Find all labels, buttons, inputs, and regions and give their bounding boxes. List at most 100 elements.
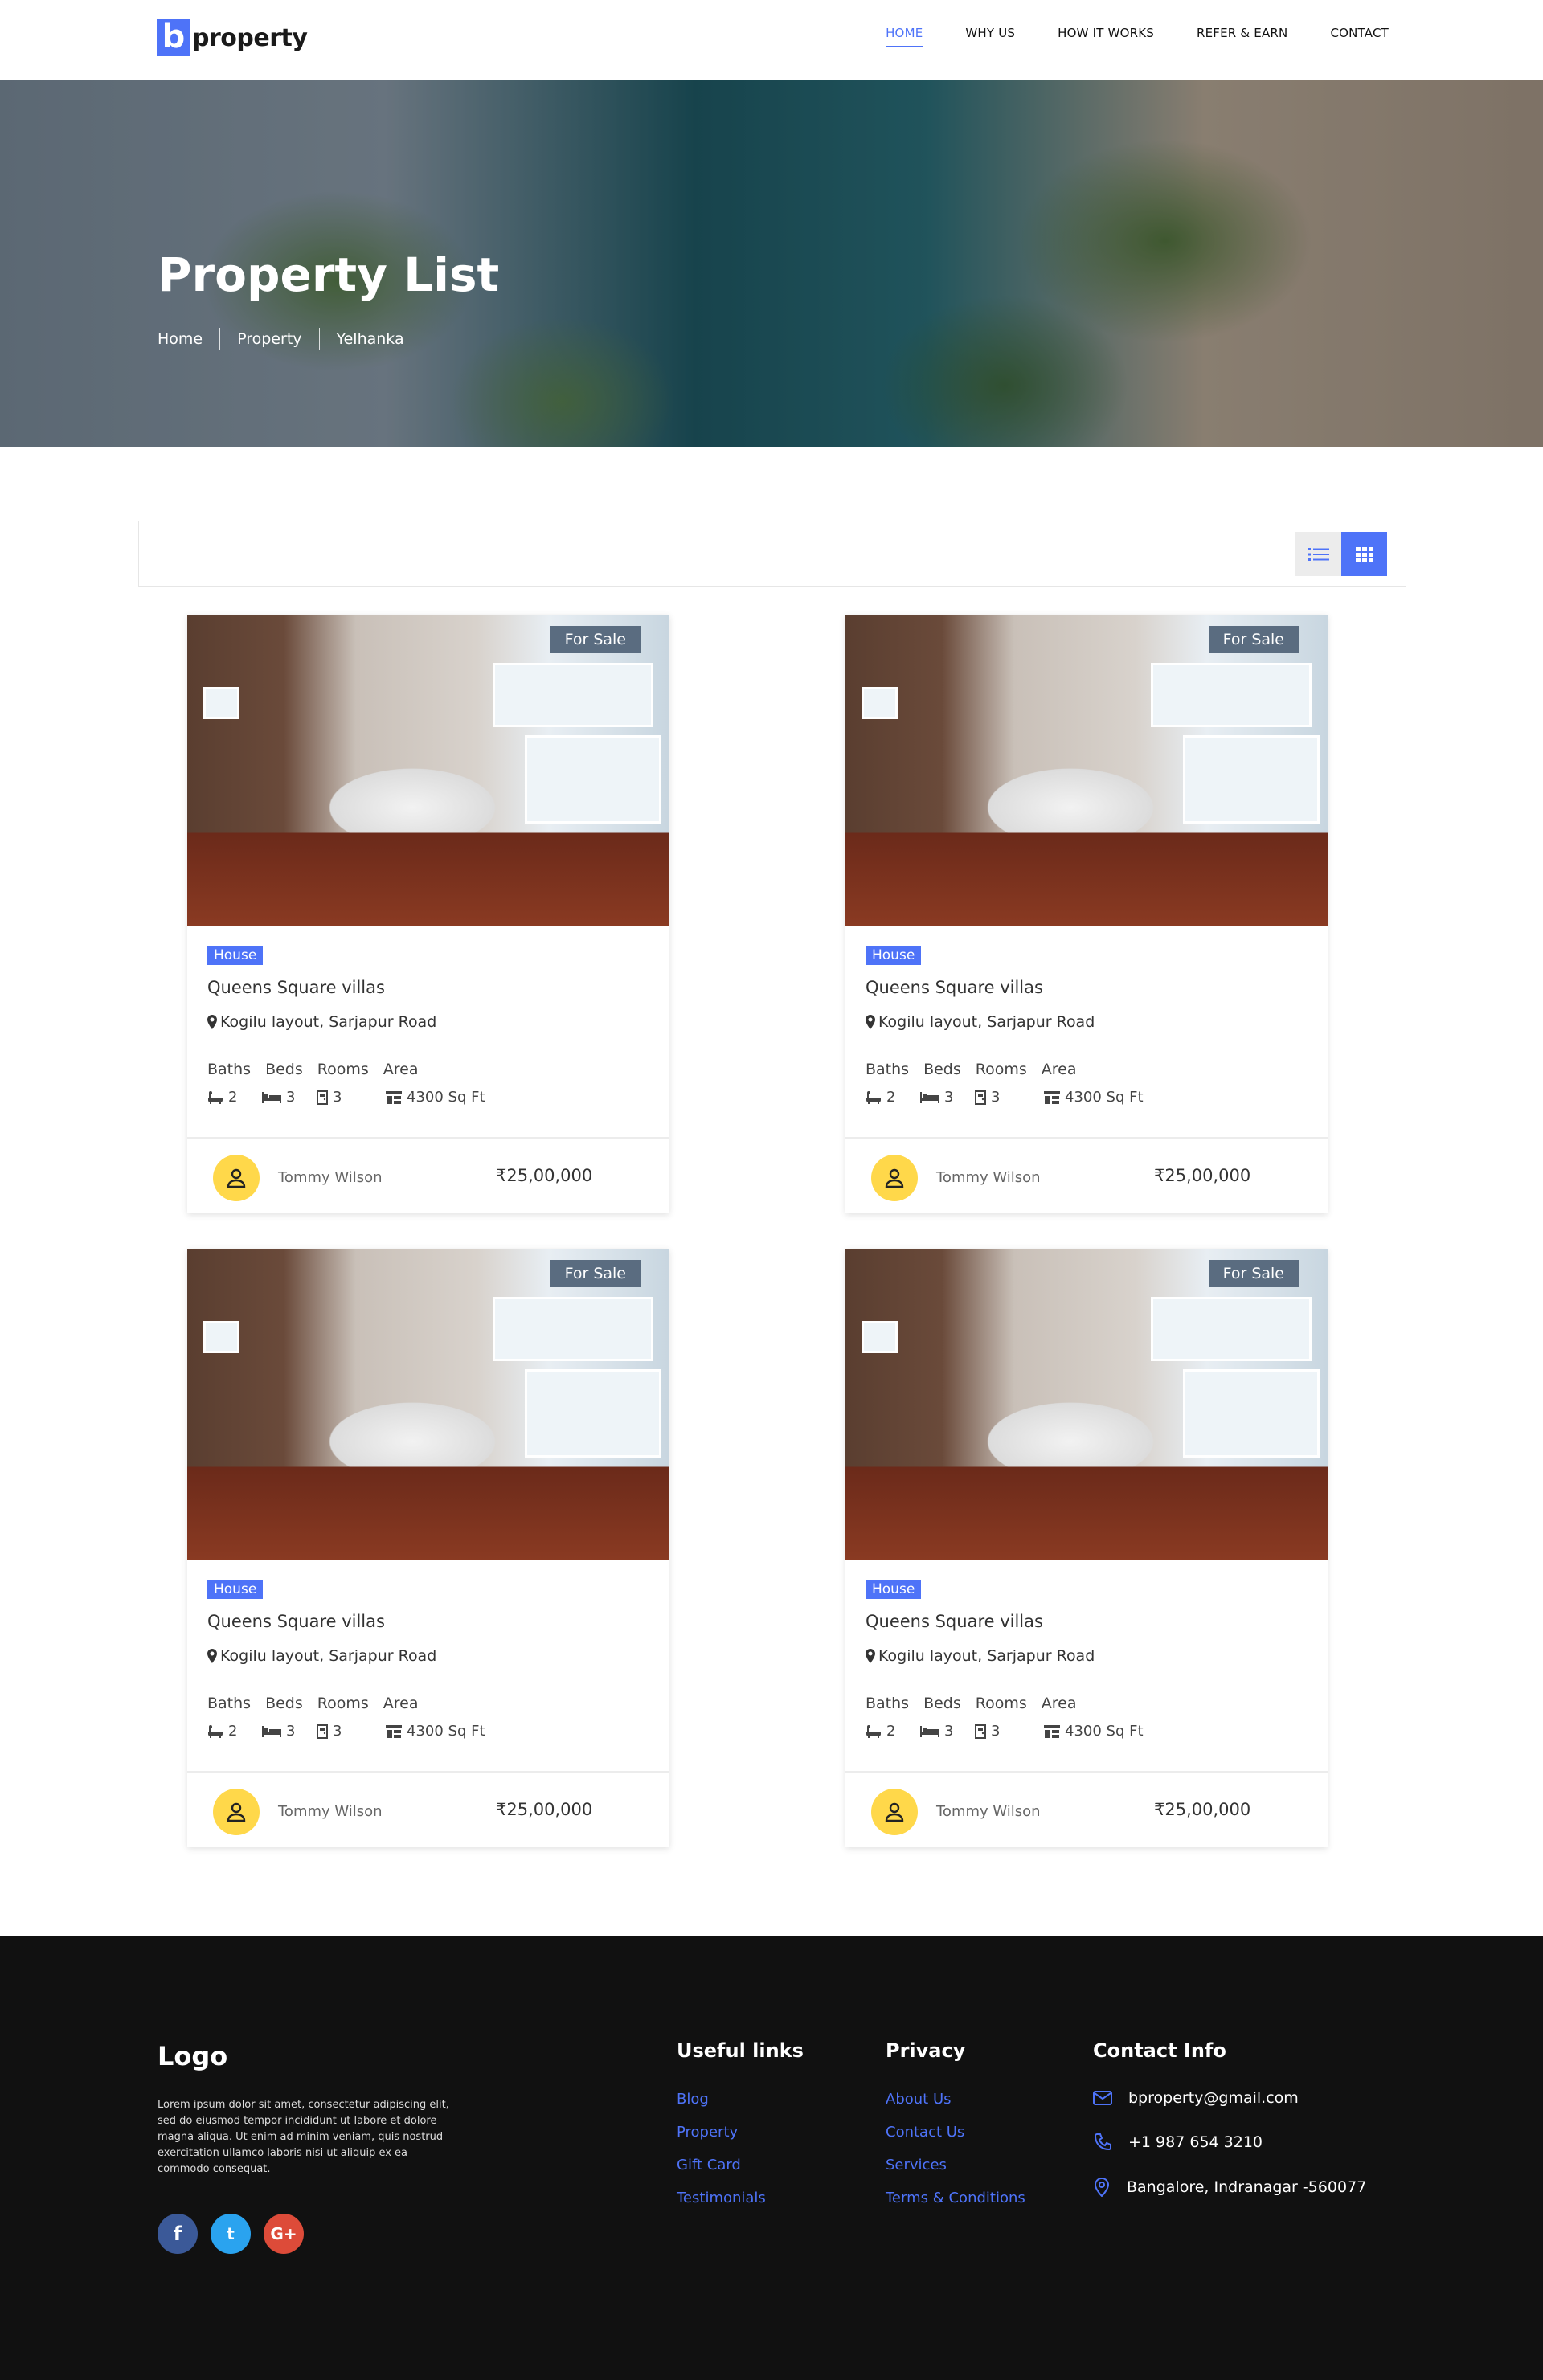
property-photo[interactable]: For Sale bbox=[845, 1249, 1328, 1560]
location-pin-icon bbox=[1094, 2178, 1110, 2197]
breadcrumb-property[interactable]: Property bbox=[237, 330, 301, 348]
contact-email[interactable]: bproperty@gmail.com bbox=[1093, 2089, 1299, 2107]
bathtub-icon bbox=[866, 1090, 881, 1104]
bed-icon bbox=[262, 1725, 281, 1737]
photo-window bbox=[203, 1321, 239, 1353]
contact-phone[interactable]: +1 987 654 3210 bbox=[1093, 2133, 1263, 2152]
footer-link-testimonials[interactable]: Testimonials bbox=[677, 2190, 766, 2207]
agent-name[interactable]: Tommy Wilson bbox=[278, 1803, 383, 1820]
nav-why-us[interactable]: WHY US bbox=[965, 26, 1015, 47]
agent-name[interactable]: Tommy Wilson bbox=[936, 1169, 1041, 1186]
user-icon bbox=[227, 1168, 246, 1188]
user-icon bbox=[885, 1802, 904, 1822]
twitter-icon[interactable]: t bbox=[211, 2214, 251, 2254]
spec-values: 2 3 3 4300 Sq Ft bbox=[207, 1089, 485, 1106]
footer-link-services[interactable]: Services bbox=[886, 2157, 1025, 2174]
property-title[interactable]: Queens Square villas bbox=[866, 1612, 1043, 1631]
property-title[interactable]: Queens Square villas bbox=[866, 978, 1043, 997]
baths-value: 2 bbox=[207, 1089, 262, 1106]
footer-link-gift-card[interactable]: Gift Card bbox=[677, 2157, 766, 2174]
location-text: Kogilu layout, Sarjapur Road bbox=[878, 1647, 1095, 1665]
property-photo[interactable]: For Sale bbox=[845, 615, 1328, 926]
privacy-links: About Us Contact Us Services Terms & Con… bbox=[886, 2091, 1025, 2207]
facebook-icon[interactable]: f bbox=[158, 2214, 198, 2254]
photo-window bbox=[493, 1297, 653, 1361]
spec-labels: Baths Beds Rooms Area bbox=[207, 1061, 419, 1078]
bed-icon bbox=[920, 1725, 939, 1737]
rooms-value: 3 bbox=[975, 1723, 1044, 1740]
label-area: Area bbox=[1041, 1695, 1077, 1712]
property-price: ₹25,00,000 bbox=[496, 1166, 593, 1185]
rupee-icon: ₹ bbox=[1154, 1166, 1165, 1185]
property-title[interactable]: Queens Square villas bbox=[207, 1612, 385, 1631]
bed-icon bbox=[920, 1091, 939, 1103]
nav-contact[interactable]: CONTACT bbox=[1330, 26, 1389, 47]
agent-name[interactable]: Tommy Wilson bbox=[278, 1169, 383, 1186]
sale-badge: For Sale bbox=[550, 626, 641, 653]
photo-window bbox=[493, 663, 653, 727]
door-icon bbox=[975, 1090, 986, 1105]
property-photo[interactable]: For Sale bbox=[187, 615, 669, 926]
nav-how-it-works[interactable]: HOW IT WORKS bbox=[1058, 26, 1154, 47]
property-type-tag: House bbox=[866, 946, 922, 965]
area-icon bbox=[1044, 1724, 1060, 1738]
baths-value: 2 bbox=[866, 1723, 920, 1740]
logo-mark: b bbox=[157, 19, 190, 56]
location-text: Kogilu layout, Sarjapur Road bbox=[220, 1647, 437, 1665]
useful-links: Blog Property Gift Card Testimonials bbox=[677, 2091, 766, 2207]
avatar[interactable] bbox=[871, 1155, 918, 1201]
label-baths: Baths bbox=[207, 1061, 252, 1078]
footer-link-about-us[interactable]: About Us bbox=[886, 2091, 1025, 2108]
footer-link-contact-us[interactable]: Contact Us bbox=[886, 2124, 1025, 2141]
rupee-icon: ₹ bbox=[496, 1166, 507, 1185]
label-rooms: Rooms bbox=[317, 1061, 369, 1078]
footer-link-property[interactable]: Property bbox=[677, 2124, 766, 2141]
photo-window bbox=[1151, 663, 1312, 727]
area-value: 4300 Sq Ft bbox=[1044, 1089, 1144, 1106]
breadcrumb-home[interactable]: Home bbox=[158, 330, 203, 348]
footer-link-terms[interactable]: Terms & Conditions bbox=[886, 2190, 1025, 2207]
rupee-icon: ₹ bbox=[496, 1800, 507, 1819]
property-type-tag: House bbox=[207, 1580, 264, 1599]
label-baths: Baths bbox=[207, 1695, 252, 1712]
footer-logo: Logo bbox=[158, 2041, 228, 2071]
avatar[interactable] bbox=[871, 1789, 918, 1835]
property-card[interactable]: For Sale House Queens Square villas Kogi… bbox=[187, 1249, 669, 1847]
property-card[interactable]: For Sale House Queens Square villas Kogi… bbox=[845, 615, 1328, 1213]
map-pin-icon bbox=[207, 1015, 217, 1029]
list-view-button[interactable] bbox=[1295, 532, 1341, 576]
contact-address[interactable]: Bangalore, Indranagar -560077 bbox=[1093, 2178, 1366, 2197]
list-view-icon bbox=[1308, 547, 1329, 561]
contact-info-title: Contact Info bbox=[1093, 2039, 1226, 2062]
avatar[interactable] bbox=[213, 1789, 260, 1835]
baths-value: 2 bbox=[207, 1723, 262, 1740]
photo-window bbox=[862, 687, 898, 719]
nav-refer-earn[interactable]: REFER & EARN bbox=[1197, 26, 1287, 47]
breadcrumb-divider bbox=[219, 328, 221, 350]
bed-icon bbox=[262, 1091, 281, 1103]
avatar[interactable] bbox=[213, 1155, 260, 1201]
property-location: Kogilu layout, Sarjapur Road bbox=[207, 1647, 436, 1665]
grid-view-button[interactable] bbox=[1341, 532, 1387, 576]
privacy-title: Privacy bbox=[886, 2039, 966, 2062]
property-card[interactable]: For Sale House Queens Square villas Kogi… bbox=[187, 615, 669, 1213]
spec-values: 2 3 3 4300 Sq Ft bbox=[866, 1723, 1144, 1740]
google-plus-icon[interactable]: G+ bbox=[264, 2214, 304, 2254]
user-icon bbox=[885, 1168, 904, 1188]
rupee-icon: ₹ bbox=[1154, 1800, 1165, 1819]
map-pin-icon bbox=[207, 1649, 217, 1663]
agent-name[interactable]: Tommy Wilson bbox=[936, 1803, 1041, 1820]
footer-link-blog[interactable]: Blog bbox=[677, 2091, 766, 2108]
beds-value: 3 bbox=[920, 1089, 975, 1106]
site-logo[interactable]: b property bbox=[157, 19, 308, 56]
property-title[interactable]: Queens Square villas bbox=[207, 978, 385, 997]
property-price: ₹25,00,000 bbox=[1154, 1800, 1251, 1819]
property-card[interactable]: For Sale House Queens Square villas Kogi… bbox=[845, 1249, 1328, 1847]
area-icon bbox=[386, 1724, 402, 1738]
photo-window bbox=[1183, 735, 1320, 824]
property-photo[interactable]: For Sale bbox=[187, 1249, 669, 1560]
door-icon bbox=[317, 1090, 328, 1105]
label-beds: Beds bbox=[265, 1695, 303, 1712]
label-rooms: Rooms bbox=[975, 1695, 1027, 1712]
nav-home[interactable]: HOME bbox=[886, 26, 923, 47]
